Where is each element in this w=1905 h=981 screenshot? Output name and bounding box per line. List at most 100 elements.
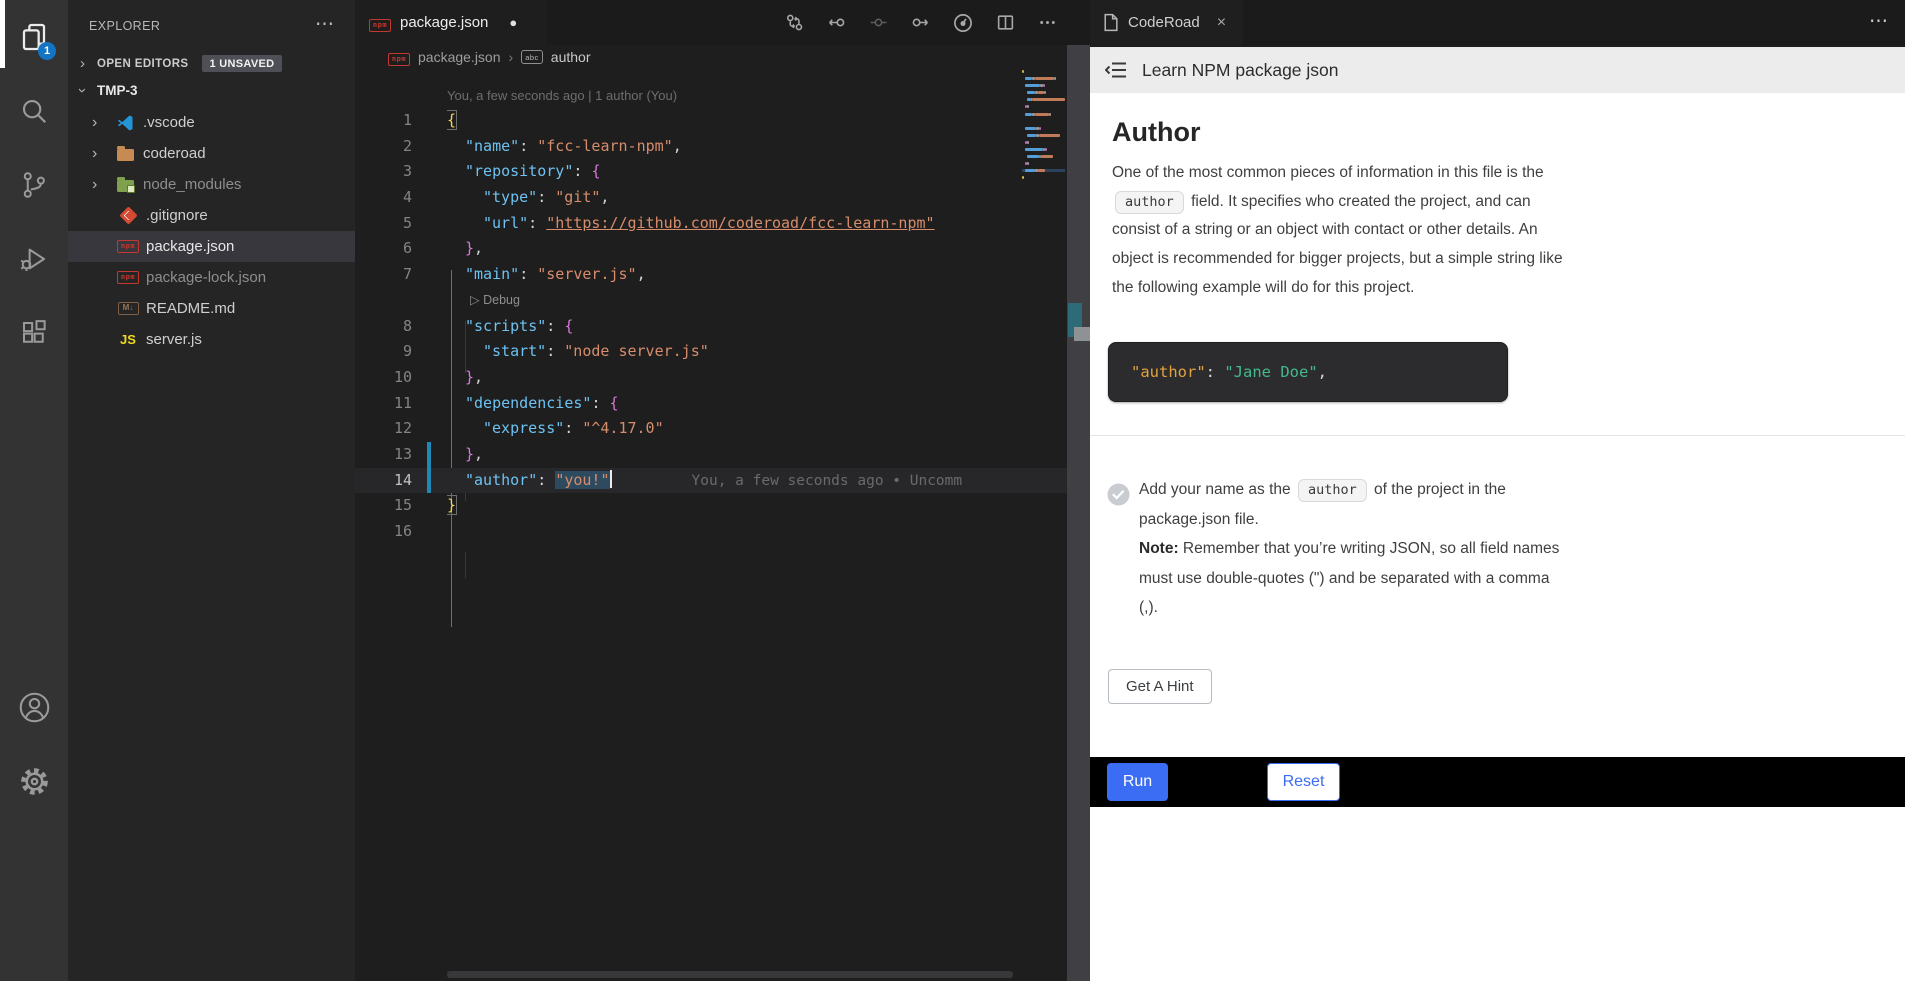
file-row-server.js[interactable]: JSserver.js [68,324,355,355]
npm-icon: npm [116,271,140,284]
file-row-coderoad[interactable]: ›coderoad [68,138,355,169]
minimap-line [1022,148,1065,151]
panel-more-icon[interactable]: ⋯ [1869,10,1889,33]
code-line-1[interactable]: 1{ [355,108,1090,134]
line-number: 13 [355,442,412,468]
horizontal-scrollbar[interactable] [447,971,1013,978]
code-lines: 1{2"name": "fcc-learn-npm",3"repository"… [355,108,1090,545]
line-number: 10 [355,365,412,391]
editor-tab-bar: npm package.json ● [355,0,1090,45]
npm-icon: npm [369,14,391,32]
minimap-line [1022,176,1065,179]
indent-guide [465,552,466,578]
lesson-title: Learn NPM package json [1142,60,1339,81]
breadcrumb-symbol[interactable]: author [551,49,591,65]
line-number: 1 [355,108,412,134]
breadcrumb-file[interactable]: package.json [418,49,501,65]
file-label: server.js [146,331,202,348]
open-editors-section[interactable]: › OPEN EDITORS 1 UNSAVED [68,50,355,77]
file-row-README.md[interactable]: M↓README.md [68,293,355,324]
code-line-4[interactable]: 4"type": "git", [355,185,1090,211]
file-row-.gitignore[interactable]: .gitignore [68,200,355,231]
inline-code-chip: author [1298,479,1367,502]
code-line-7[interactable]: 7"main": "server.js", [355,262,1090,288]
code-line-11[interactable]: 11"dependencies": { [355,391,1090,417]
modified-dot-icon[interactable]: ● [509,15,517,30]
line-number: 8 [355,314,412,340]
code-line-5[interactable]: 5"url": "https://github.com/coderoad/fcc… [355,211,1090,237]
code-editor[interactable]: You, a few seconds ago | 1 author (You) … [355,68,1090,545]
example-code-block: "author": "Jane Doe", [1108,342,1508,402]
code-line-9[interactable]: 9"start": "node server.js" [355,339,1090,365]
code-line-8[interactable]: 8"scripts": { [355,314,1090,340]
minimap-line [1022,120,1065,123]
line-number: 14 [355,468,412,494]
extensions-icon[interactable] [0,296,68,370]
code-line-16[interactable]: 16 [355,519,1090,545]
minimap-line [1022,77,1065,80]
code-line-10[interactable]: 10}, [355,365,1090,391]
task-description: Add your name as the author of the proje… [1139,475,1571,623]
run-button[interactable]: Run [1107,763,1168,801]
file-label: package-lock.json [146,269,266,286]
editor-scrollbar[interactable] [1067,45,1090,981]
code-line-12[interactable]: 12"express": "^4.17.0" [355,416,1090,442]
code-line-2[interactable]: 2"name": "fcc-learn-npm", [355,134,1090,160]
minimap-line [1022,113,1065,116]
compare-changes-icon[interactable] [785,13,804,32]
get-a-hint-button[interactable]: Get A Hint [1108,669,1212,704]
file-icon [1102,13,1119,32]
run-debug-icon[interactable] [0,222,68,296]
accounts-icon[interactable] [0,684,68,730]
previous-change-icon[interactable] [827,13,846,32]
chevron-down-icon: › [80,82,97,99]
chevron-right-icon: › [509,49,514,65]
inline-code-chip: author [1115,191,1184,214]
string-symbol-icon: abc [521,50,543,64]
unsaved-badge: 1 UNSAVED [202,55,283,72]
more-actions-icon[interactable] [1038,13,1057,32]
tab-coderoad[interactable]: CodeRoad × [1090,0,1243,45]
split-editor-icon[interactable] [996,13,1015,32]
reset-button[interactable]: Reset [1267,763,1340,801]
node-icon [113,177,137,192]
line-number: 2 [355,134,412,160]
source-control-icon[interactable] [0,148,68,222]
line-number: 12 [355,416,412,442]
file-row-package.json[interactable]: npmpackage.json [68,231,355,262]
minimap-line [1022,169,1065,172]
close-icon[interactable]: × [1217,14,1226,32]
code-line-13[interactable]: 13}, [355,442,1090,468]
tab-package-json[interactable]: npm package.json ● [355,0,547,45]
line-number: 7 [355,262,412,288]
coderoad-panel: CodeRoad × ⋯ Learn NPM package json Auth… [1090,0,1905,981]
file-row-package-lock.json[interactable]: npm package-lock.json [68,262,355,293]
minimap[interactable] [1022,70,1065,191]
scrollbar-slider[interactable] [1074,327,1090,341]
code-line-6[interactable]: 6}, [355,236,1090,262]
line-number: 11 [355,391,412,417]
next-change-icon[interactable] [911,13,930,32]
explorer-icon[interactable]: 1 [0,0,68,74]
code-line-15[interactable]: 15} [355,493,1090,519]
panel-footer: Run Reset [1090,757,1905,807]
project-root-section[interactable]: › TMP-3 [68,77,355,104]
editor-toolbar [785,0,1057,45]
minimap-line [1022,134,1065,137]
file-tree: ›.vscode›coderoad›node_modules.gitignore… [68,107,355,355]
sidebar-more-icon[interactable]: ⋯ [315,13,335,36]
current-change-icon[interactable] [869,13,888,32]
back-to-menu-icon[interactable] [1105,59,1129,81]
line-number: 6 [355,236,412,262]
settings-gear-icon[interactable] [0,758,68,804]
chevron-right-icon: › [80,55,97,72]
file-row-node_modules[interactable]: ›node_modules [68,169,355,200]
minimap-line [1022,70,1065,73]
file-row-.vscode[interactable]: ›.vscode [68,107,355,138]
timeline-icon[interactable] [953,13,973,33]
blame-annotation: You, a few seconds ago | 1 author (You) [447,84,1090,108]
code-line-3[interactable]: 3"repository": { [355,159,1090,185]
code-line-14[interactable]: 14"author": "you!"You, a few seconds ago… [355,468,1090,494]
codelens-debug[interactable]: ▷ Debug [355,288,1090,314]
search-icon[interactable] [0,74,68,148]
